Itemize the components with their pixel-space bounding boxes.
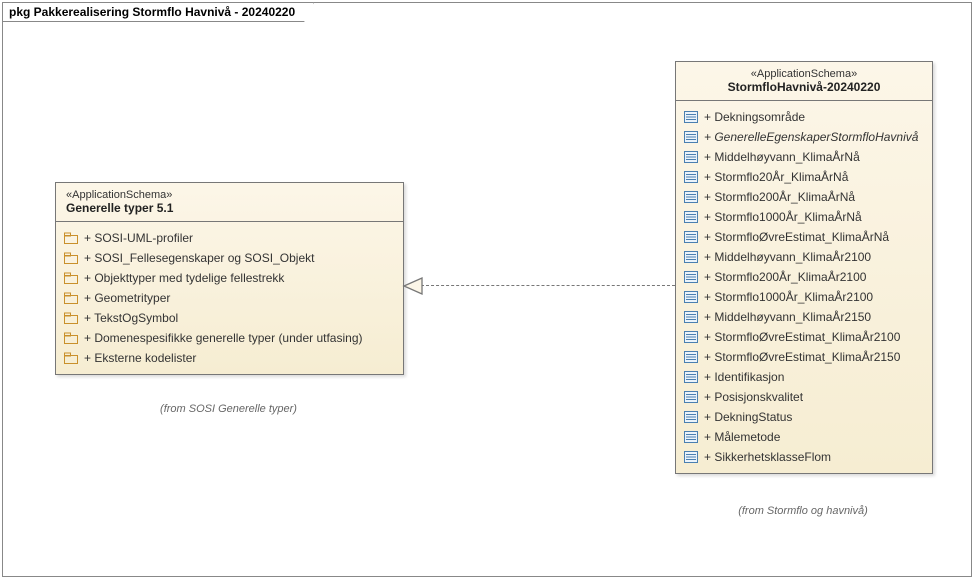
element-icon bbox=[684, 111, 698, 123]
folder-icon bbox=[64, 272, 78, 284]
stormflo-item-label: + Dekningsområde bbox=[704, 109, 805, 125]
element-icon bbox=[684, 311, 698, 323]
element-icon bbox=[684, 431, 698, 443]
stormflo-item-label: + Middelhøyvann_KlimaÅr2150 bbox=[704, 309, 871, 325]
stormflo-item[interactable]: + Identifikasjon bbox=[684, 367, 924, 387]
stormflo-item-label: + Posisjonskvalitet bbox=[704, 389, 803, 405]
package-from-note: (from Stormflo og havnivå) bbox=[675, 505, 931, 517]
diagram-frame: pkg Pakkerealisering Stormflo Havnivå - … bbox=[2, 2, 972, 577]
generelle-item[interactable]: + SOSI-UML-profiler bbox=[64, 228, 395, 248]
stormflo-item[interactable]: + Posisjonskvalitet bbox=[684, 387, 924, 407]
stormflo-item[interactable]: + Stormflo1000År_KlimaÅr2100 bbox=[684, 287, 924, 307]
stormflo-item[interactable]: + GenerelleEgenskaperStormfloHavnivå bbox=[684, 127, 924, 147]
element-icon bbox=[684, 411, 698, 423]
folder-icon bbox=[64, 232, 78, 244]
stormflo-item[interactable]: + Stormflo200År_KlimaÅrNå bbox=[684, 187, 924, 207]
from-text: (from Stormflo og havnivå) bbox=[738, 505, 868, 517]
generelle-item-label: + Geometrityper bbox=[84, 290, 170, 306]
diagram-title: pkg Pakkerealisering Stormflo Havnivå - … bbox=[2, 2, 314, 22]
folder-icon bbox=[64, 332, 78, 344]
stormflo-item-label: + Stormflo1000År_KlimaÅr2100 bbox=[704, 289, 873, 305]
generelle-item-label: + Domenespesifikke generelle typer (unde… bbox=[84, 330, 362, 346]
stormflo-item[interactable]: + Dekningsområde bbox=[684, 107, 924, 127]
stormflo-item[interactable]: + DekningStatus bbox=[684, 407, 924, 427]
folder-icon bbox=[64, 292, 78, 304]
realization-connector bbox=[421, 285, 675, 286]
stormflo-item[interactable]: + StormfloØvreEstimat_KlimaÅr2100 bbox=[684, 327, 924, 347]
element-icon bbox=[684, 231, 698, 243]
stormflo-item[interactable]: + Stormflo1000År_KlimaÅrNå bbox=[684, 207, 924, 227]
stormflo-item-label: + StormfloØvreEstimat_KlimaÅr2100 bbox=[704, 329, 900, 345]
generelle-item[interactable]: + Eksterne kodelister bbox=[64, 348, 395, 368]
element-icon bbox=[684, 131, 698, 143]
package-stormflohavniva[interactable]: «ApplicationSchema» StormfloHavnivå-2024… bbox=[675, 61, 933, 474]
package-title: StormfloHavnivå-20240220 bbox=[686, 80, 922, 94]
element-icon bbox=[684, 451, 698, 463]
element-icon bbox=[684, 331, 698, 343]
stereotype-label: «ApplicationSchema» bbox=[686, 68, 922, 80]
generelle-item-label: + SOSI-UML-profiler bbox=[84, 230, 193, 246]
generelle-item[interactable]: + TekstOgSymbol bbox=[64, 308, 395, 328]
stormflo-item[interactable]: + Middelhøyvann_KlimaÅrNå bbox=[684, 147, 924, 167]
element-icon bbox=[684, 271, 698, 283]
generelle-item[interactable]: + Geometrityper bbox=[64, 288, 395, 308]
stormflo-item-label: + SikkerhetsklasseFlom bbox=[704, 449, 831, 465]
element-icon bbox=[684, 151, 698, 163]
folder-icon bbox=[64, 312, 78, 324]
package-body: + SOSI-UML-profiler + SOSI_Fellesegenskap… bbox=[56, 222, 403, 374]
element-icon bbox=[684, 251, 698, 263]
element-icon bbox=[684, 291, 698, 303]
element-icon bbox=[684, 191, 698, 203]
stormflo-item-label: + Middelhøyvann_KlimaÅr2100 bbox=[704, 249, 871, 265]
stormflo-item-label: + StormfloØvreEstimat_KlimaÅrNå bbox=[704, 229, 889, 245]
package-header: «ApplicationSchema» Generelle typer 5.1 bbox=[56, 183, 403, 222]
package-header: «ApplicationSchema» StormfloHavnivå-2024… bbox=[676, 62, 932, 101]
stormflo-item[interactable]: + SikkerhetsklasseFlom bbox=[684, 447, 924, 467]
diagram-title-text: pkg Pakkerealisering Stormflo Havnivå - … bbox=[9, 5, 295, 19]
element-icon bbox=[684, 371, 698, 383]
stormflo-item-label: + Stormflo1000År_KlimaÅrNå bbox=[704, 209, 862, 225]
generelle-item-label: + SOSI_Fellesegenskaper og SOSI_Objekt bbox=[84, 250, 314, 266]
stormflo-item-label: + DekningStatus bbox=[704, 409, 792, 425]
package-body: + Dekningsområde + GenerelleEgenskaperSto… bbox=[676, 101, 932, 473]
stormflo-item[interactable]: + Middelhøyvann_KlimaÅr2150 bbox=[684, 307, 924, 327]
from-text: (from SOSI Generelle typer) bbox=[160, 403, 297, 415]
stormflo-item[interactable]: + StormfloØvreEstimat_KlimaÅrNå bbox=[684, 227, 924, 247]
stormflo-item-label: + StormfloØvreEstimat_KlimaÅr2150 bbox=[704, 349, 900, 365]
generelle-item[interactable]: + Domenespesifikke generelle typer (unde… bbox=[64, 328, 395, 348]
element-icon bbox=[684, 351, 698, 363]
stormflo-item[interactable]: + Middelhøyvann_KlimaÅr2100 bbox=[684, 247, 924, 267]
stormflo-item[interactable]: + Målemetode bbox=[684, 427, 924, 447]
generelle-item-label: + TekstOgSymbol bbox=[84, 310, 178, 326]
folder-icon bbox=[64, 252, 78, 264]
generelle-item[interactable]: + Objekttyper med tydelige fellestrekk bbox=[64, 268, 395, 288]
stormflo-item[interactable]: + Stormflo200År_KlimaÅr2100 bbox=[684, 267, 924, 287]
stormflo-item-label: + Middelhøyvann_KlimaÅrNå bbox=[704, 149, 860, 165]
package-generelle-typer[interactable]: «ApplicationSchema» Generelle typer 5.1 … bbox=[55, 182, 404, 375]
generelle-item[interactable]: + SOSI_Fellesegenskaper og SOSI_Objekt bbox=[64, 248, 395, 268]
folder-icon bbox=[64, 352, 78, 364]
stormflo-item-label: + Målemetode bbox=[704, 429, 780, 445]
stormflo-item-label: + Stormflo20År_KlimaÅrNå bbox=[704, 169, 848, 185]
generelle-item-label: + Eksterne kodelister bbox=[84, 350, 196, 366]
stormflo-item-label: + Stormflo200År_KlimaÅrNå bbox=[704, 189, 855, 205]
stormflo-item-label: + GenerelleEgenskaperStormfloHavnivå bbox=[704, 129, 918, 145]
stormflo-item-label: + Identifikasjon bbox=[704, 369, 784, 385]
element-icon bbox=[684, 211, 698, 223]
stormflo-item-label: + Stormflo200År_KlimaÅr2100 bbox=[704, 269, 866, 285]
stormflo-item[interactable]: + Stormflo20År_KlimaÅrNå bbox=[684, 167, 924, 187]
stormflo-item[interactable]: + StormfloØvreEstimat_KlimaÅr2150 bbox=[684, 347, 924, 367]
package-from-note: (from SOSI Generelle typer) bbox=[55, 403, 402, 415]
package-title: Generelle typer 5.1 bbox=[66, 201, 393, 215]
stereotype-label: «ApplicationSchema» bbox=[66, 189, 393, 201]
element-icon bbox=[684, 171, 698, 183]
generelle-item-label: + Objekttyper med tydelige fellestrekk bbox=[84, 270, 284, 286]
element-icon bbox=[684, 391, 698, 403]
